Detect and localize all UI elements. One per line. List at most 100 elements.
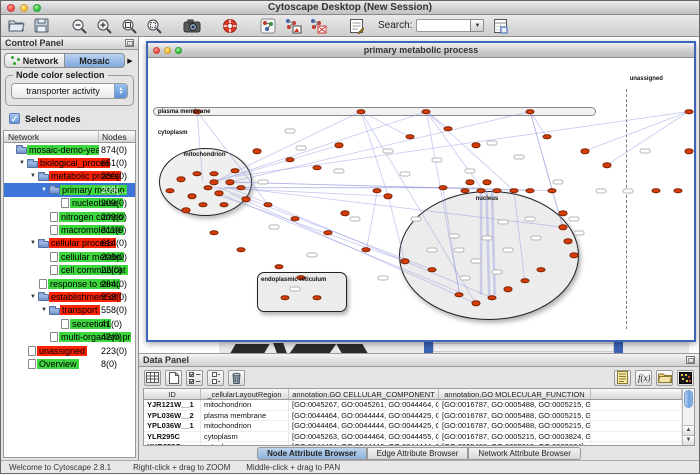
tab-node-attribute-browser[interactable]: Node Attribute Browser — [257, 447, 367, 460]
network-node[interactable] — [509, 188, 518, 194]
zoom-fit-icon[interactable] — [120, 17, 138, 35]
table-row-ylr295c[interactable]: YLR295Ccytoplasm[GO:0045263, GO:0044464,… — [144, 432, 682, 443]
tree-col-nodes[interactable]: Nodes — [102, 132, 127, 142]
table-row-ypl036w-2[interactable]: YPL036W__2plasma membrane[GO:0044464, GO… — [144, 411, 682, 422]
tree-row-cellular-metabo[interactable]: cellular metabo209(0) — [4, 250, 135, 263]
tree-row-nucleobase[interactable]: nucleobase-209(0) — [4, 197, 135, 210]
network-node[interactable] — [198, 202, 207, 208]
new-attribute-icon[interactable] — [165, 370, 182, 386]
search-input[interactable] — [416, 19, 470, 32]
network-node[interactable] — [471, 143, 480, 149]
delete-attribute-icon[interactable] — [228, 370, 245, 386]
network-node[interactable] — [542, 134, 551, 140]
save-icon[interactable] — [32, 17, 50, 35]
column-header-annotation-go-molecular-function[interactable]: annotation.GO MOLECULAR_FUNCTION — [439, 389, 591, 399]
network-node[interactable] — [466, 179, 475, 185]
network-node[interactable] — [187, 193, 196, 199]
network-node[interactable] — [285, 157, 294, 163]
tree-row-mosaic-demo-yeast[interactable]: mosaic-demo-yeast874(0) — [4, 143, 135, 156]
network-view-titlebar[interactable]: primary metabolic process — [148, 43, 694, 58]
network-node[interactable] — [422, 109, 431, 115]
network-node[interactable] — [362, 247, 371, 253]
network-node[interactable] — [673, 188, 682, 194]
network-node[interactable] — [165, 188, 174, 194]
network-node[interactable] — [373, 188, 382, 194]
network-node[interactable] — [487, 295, 496, 301]
network-node[interactable] — [602, 162, 611, 168]
tree-row-multi-organism-pro[interactable]: multi-organism pro42(0) — [4, 330, 135, 343]
tree-expand-icon[interactable]: ▼ — [28, 294, 38, 300]
matrix-icon[interactable] — [677, 370, 694, 386]
network-node[interactable] — [684, 148, 693, 154]
destroy-network-icon[interactable] — [259, 17, 277, 35]
tree-row-biological-process[interactable]: ▼biological_process651(0) — [4, 156, 135, 169]
tree-row-cell-communicat[interactable]: cell communicat22(0) — [4, 264, 135, 277]
network-node[interactable] — [253, 148, 262, 154]
network-node[interactable] — [236, 247, 245, 253]
tree-row-establishment-of-lo[interactable]: ▼establishment of lo558(0) — [4, 290, 135, 303]
tab-overflow-arrow-icon[interactable]: ▶ — [125, 57, 135, 65]
minimize-window-icon[interactable] — [20, 4, 28, 12]
network-node[interactable] — [193, 171, 202, 177]
tree-expand-icon[interactable]: ▼ — [17, 160, 27, 166]
tree-row-metabolic-process[interactable]: ▼metabolic process280(0) — [4, 170, 135, 183]
network-node[interactable] — [569, 253, 578, 259]
network-node[interactable] — [558, 224, 567, 230]
annotation-icon[interactable] — [347, 17, 365, 35]
network-node[interactable] — [204, 185, 213, 191]
create-network-view-icon[interactable] — [284, 17, 302, 35]
float-panel-icon[interactable] — [125, 39, 134, 47]
network-node[interactable] — [280, 295, 289, 301]
network-node[interactable] — [225, 179, 234, 185]
table-row-ypl036w-1[interactable]: YPL036W__1mitochondrion[GO:0044464, GO:0… — [144, 421, 682, 432]
network-node[interactable] — [335, 143, 344, 149]
network-node[interactable] — [520, 278, 529, 284]
network-node[interactable] — [482, 179, 491, 185]
tree-expand-icon[interactable]: ▼ — [39, 187, 49, 193]
tree-row-overview[interactable]: Overview8(0) — [4, 357, 135, 370]
column-header-cellularlayoutregion[interactable]: _cellularLayoutRegion — [201, 389, 289, 399]
tab-network-attribute-browser[interactable]: Network Attribute Browser — [468, 447, 580, 460]
open-folder-icon[interactable] — [7, 17, 25, 35]
tree-expand-icon[interactable]: ▼ — [28, 240, 38, 246]
network-node[interactable] — [444, 126, 453, 132]
help-lifesaver-icon[interactable] — [221, 17, 239, 35]
network-node[interactable] — [231, 168, 240, 174]
tree-col-network[interactable]: Network — [8, 132, 39, 142]
node-color-dropdown[interactable]: transporter activity ▲▼ — [11, 83, 128, 99]
network-node[interactable] — [356, 109, 365, 115]
network-node[interactable] — [406, 134, 415, 140]
tree-row-unassigned[interactable]: unassigned223(0) — [4, 344, 135, 357]
network-node[interactable] — [242, 196, 251, 202]
tree-row-response-to-stimulu[interactable]: response to stimulu264(0) — [4, 277, 135, 290]
network-node[interactable] — [684, 109, 693, 115]
network-node[interactable] — [651, 188, 660, 194]
tab-edge-attribute-browser[interactable]: Edge Attribute Browser — [367, 447, 469, 460]
network-node[interactable] — [275, 264, 284, 270]
network-node[interactable] — [438, 185, 447, 191]
network-node[interactable] — [493, 188, 502, 194]
zoom-in-icon[interactable] — [95, 17, 113, 35]
tab-mosaic[interactable]: Mosaic — [65, 53, 125, 68]
view-zoom-icon[interactable] — [175, 47, 182, 54]
network-view-window[interactable]: primary metabolic process plasma membran… — [146, 41, 696, 342]
tree-row-cellular-process[interactable]: ▼cellular process614(0) — [4, 237, 135, 250]
network-node[interactable] — [564, 239, 573, 245]
import-attribute-file-icon[interactable] — [656, 370, 673, 386]
notepad-icon[interactable] — [614, 370, 631, 386]
unselect-attributes-icon[interactable] — [207, 370, 224, 386]
network-node[interactable] — [400, 258, 409, 264]
tree-expand-icon[interactable]: ▼ — [39, 307, 49, 313]
tree-row-transport[interactable]: ▼transport558(0) — [4, 304, 135, 317]
network-node[interactable] — [455, 292, 464, 298]
search-dropdown-icon[interactable]: ▼ — [470, 19, 484, 32]
table-scrollbar[interactable]: ▲ ▼ — [682, 389, 694, 445]
scroll-up-icon[interactable]: ▲ — [683, 425, 694, 435]
network-node[interactable] — [526, 188, 535, 194]
zoom-selected-icon[interactable] — [145, 17, 163, 35]
select-nodes-checkbox[interactable]: ✓ — [9, 113, 20, 124]
tab-network[interactable]: Network — [4, 53, 65, 68]
network-node[interactable] — [313, 295, 322, 301]
attribute-table-icon[interactable] — [144, 370, 161, 386]
network-node[interactable] — [477, 188, 486, 194]
